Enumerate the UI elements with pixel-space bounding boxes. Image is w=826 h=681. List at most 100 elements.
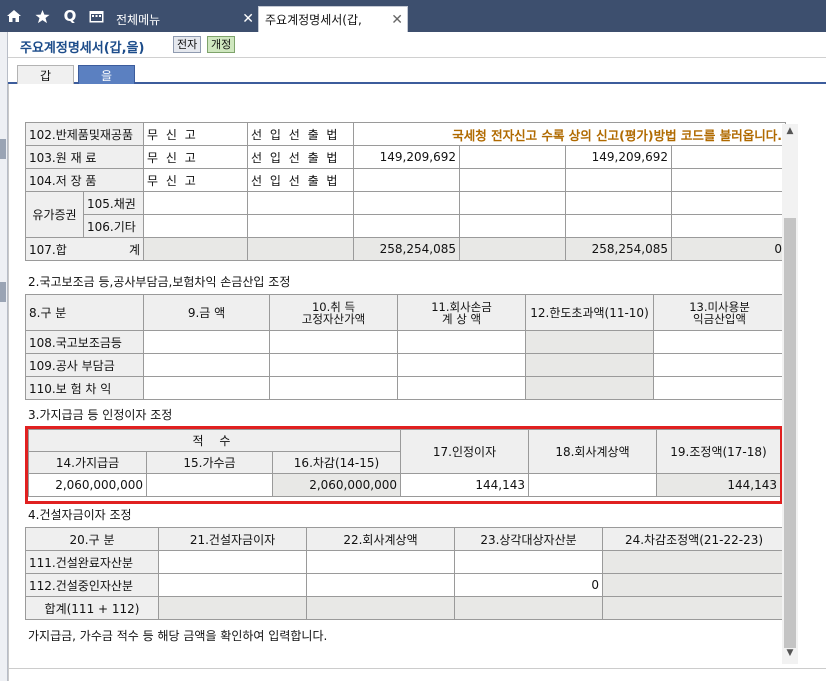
col-header: 14.가지급금 (28, 451, 147, 474)
method-cell[interactable] (143, 214, 248, 238)
amount-cell[interactable]: 0 (454, 573, 603, 597)
amount-cell[interactable] (143, 376, 270, 400)
row-label: 103.원 재 료 (25, 145, 144, 169)
amount-cell[interactable] (158, 573, 307, 597)
calendar-icon[interactable] (84, 0, 108, 32)
tab-doc-label: 주요계정명세서(갑, (265, 13, 362, 27)
left-marker (0, 139, 6, 159)
star-icon[interactable] (30, 0, 54, 32)
construction-interest-table: 20.구 분 21.건설자금이자 22.회사계상액 23.상각대상자산분 24.… (25, 527, 786, 620)
amount-cell[interactable] (459, 191, 566, 215)
excess-cell (525, 353, 654, 377)
page-title: 주요계정명세서(갑,을) (20, 41, 145, 56)
col-header: 12.한도초과액(11-10) (525, 294, 654, 331)
col-header: 8.구 분 (25, 294, 144, 331)
adjustment-cell (602, 573, 786, 597)
col-header: 11.회사손금 계 상 액 (397, 294, 526, 331)
submethod-cell[interactable]: 선 입 선 출 법 (247, 145, 354, 169)
method-cell[interactable]: 무 신 고 (143, 168, 248, 192)
amount-cell[interactable]: 149,209,692 (353, 145, 460, 169)
row-label: 108.국고보조금등 (25, 330, 144, 354)
amount-cell[interactable] (459, 168, 566, 192)
method-cell[interactable]: 무 신 고 (143, 122, 248, 146)
col-header: 13.미사용분 익금산입액 (653, 294, 786, 331)
submethod-cell[interactable]: 선 입 선 출 법 (247, 168, 354, 192)
amount-cell[interactable] (306, 550, 455, 574)
amount-cell[interactable]: 149,209,692 (565, 145, 672, 169)
recognized-interest-input[interactable]: 144,143 (400, 473, 529, 497)
amount-cell[interactable] (653, 376, 786, 400)
tab-gap[interactable]: 갑 (17, 65, 74, 84)
tab-allmenu[interactable]: 전체메뉴 ✕ (110, 6, 258, 32)
amount-cell[interactable] (143, 353, 270, 377)
amount-cell[interactable] (397, 330, 526, 354)
amount-cell[interactable] (565, 214, 672, 238)
amount-cell[interactable] (269, 376, 398, 400)
amount-cell[interactable] (397, 353, 526, 377)
top-tab-bar: Q 전체메뉴 ✕ 주요계정명세서(갑, ✕ (0, 0, 826, 32)
submethod-cell[interactable]: 선 입 선 출 법 (247, 122, 354, 146)
method-cell[interactable]: 무 신 고 (143, 145, 248, 169)
amount-cell[interactable] (454, 550, 603, 574)
form-content: 102.반제품및재공품 무 신 고 선 입 선 출 법 국세청 전자신고 수록 … (8, 84, 826, 681)
amount-cell[interactable] (565, 168, 672, 192)
tab-eul[interactable]: 을 (78, 65, 135, 84)
amount-cell[interactable] (353, 214, 460, 238)
scroll-thumb[interactable] (784, 218, 796, 648)
chevron-down-icon[interactable]: ▼ (782, 648, 798, 662)
amount-cell[interactable] (670, 145, 787, 169)
col-header: 18.회사계상액 (528, 429, 657, 474)
adjustment-cell: 144,143 (656, 473, 781, 497)
tab-allmenu-label: 전체메뉴 (116, 12, 161, 27)
amount-cell[interactable] (306, 573, 455, 597)
temporary-receipt-input[interactable] (146, 473, 273, 497)
total-cell (306, 596, 455, 620)
amount-cell[interactable] (269, 353, 398, 377)
section-3-title: 3.가지급금 등 인정이자 조정 (28, 408, 173, 422)
close-icon[interactable]: ✕ (391, 12, 403, 28)
left-marker (0, 282, 6, 302)
amount-cell[interactable] (653, 330, 786, 354)
close-icon[interactable]: ✕ (242, 11, 254, 27)
notice-text: 국세청 전자신고 수록 상의 신고(평가)방법 코드를 불러옵니다. (352, 122, 787, 146)
home-icon[interactable] (2, 0, 26, 32)
excess-cell (525, 376, 654, 400)
amount-cell[interactable] (565, 191, 672, 215)
amount-cell[interactable] (459, 214, 566, 238)
provisional-payment-input[interactable]: 2,060,000,000 (28, 473, 147, 497)
search-q-icon[interactable]: Q (58, 0, 82, 32)
amount-cell[interactable] (353, 191, 460, 215)
total-submethod-cell (247, 237, 354, 261)
adjustment-cell (602, 550, 786, 574)
vertical-scrollbar[interactable]: ▲ ▼ (782, 124, 798, 664)
amount-cell[interactable] (158, 550, 307, 574)
row-label: 111.건설완료자산분 (25, 550, 159, 574)
revision-button[interactable]: 개정 (207, 36, 236, 53)
method-cell[interactable] (143, 191, 248, 215)
excess-cell (525, 330, 654, 354)
amount-cell[interactable] (653, 353, 786, 377)
col-header: 16.차감(14-15) (272, 451, 401, 474)
left-strip (0, 32, 8, 681)
amount-cell[interactable] (353, 168, 460, 192)
row-label: 110.보 험 차 익 (25, 376, 144, 400)
submethod-cell[interactable] (247, 214, 354, 238)
col-header: 20.구 분 (25, 527, 159, 551)
amount-cell[interactable] (269, 330, 398, 354)
amount-cell[interactable] (143, 330, 270, 354)
section-2-title: 2.국고보조금 등,공사부담금,보험차익 손금산입 조정 (28, 275, 291, 289)
row-label: 104.저 장 품 (25, 168, 144, 192)
amount-cell[interactable] (459, 145, 566, 169)
amount-cell[interactable] (670, 168, 787, 192)
total-amount-cell: 258,254,085 (353, 237, 460, 261)
amount-cell[interactable] (670, 214, 787, 238)
submethod-cell[interactable] (247, 191, 354, 215)
company-recorded-input[interactable] (528, 473, 657, 497)
electronic-button[interactable]: 전자 (173, 36, 202, 53)
col-header: 23.상각대상자산분 (454, 527, 603, 551)
tab-account-statement[interactable]: 주요계정명세서(갑, ✕ (258, 6, 408, 32)
col-header: 10.취 득 고정자산가액 (269, 294, 398, 331)
amount-cell[interactable] (397, 376, 526, 400)
amount-cell[interactable] (670, 191, 787, 215)
chevron-up-icon[interactable]: ▲ (782, 126, 798, 140)
